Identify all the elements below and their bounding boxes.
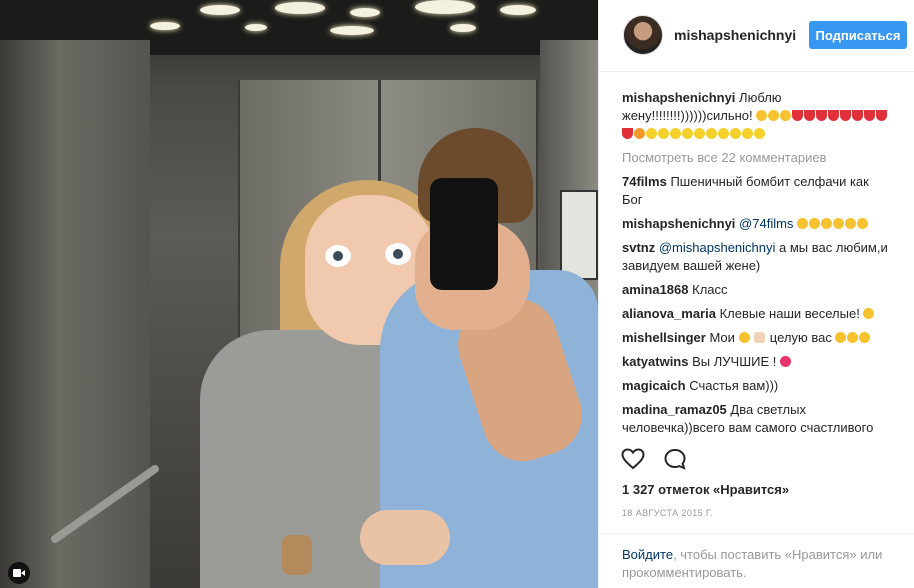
comment: svtnz @mishapshenichnyi а мы вас любим,и…: [622, 239, 892, 275]
follow-button[interactable]: Подписаться: [809, 21, 907, 49]
lips-emoji-icon: [779, 356, 791, 367]
ceiling-light: [330, 26, 374, 35]
elevator-wall-left: [0, 40, 150, 588]
eye: [325, 245, 351, 267]
watermelon-emoji-icon: [816, 110, 828, 121]
watermelon-emoji-icon: [840, 110, 852, 121]
comment: katyatwins Вы ЛУЧШИЕ !: [622, 353, 892, 371]
video-camera-icon[interactable]: [8, 562, 30, 584]
comment-username-link[interactable]: katyatwins: [622, 354, 688, 369]
comment-icon[interactable]: [663, 448, 687, 470]
post-sidebar: mishapshenichnyi Подписаться mishapsheni…: [598, 0, 914, 588]
watermelon-emoji-icon: [876, 110, 888, 121]
ceiling-light: [200, 5, 240, 15]
comment-text: целую вас: [769, 330, 832, 345]
ceiling-light: [245, 24, 267, 31]
comment-username-link[interactable]: mishapshenichnyi: [622, 216, 735, 231]
comment: madina_ramaz05 Два светлых человечка))вс…: [622, 401, 892, 437]
thumbs-up-emoji-icon: [754, 332, 766, 343]
comment-text: Вы ЛУЧШИЕ !: [692, 354, 777, 369]
tongue-emoji-icon: [756, 110, 768, 121]
ceiling-light: [450, 24, 476, 32]
comment: magicaich Счастья вам))): [622, 377, 892, 395]
yellow-heart-emoji-icon: [730, 128, 741, 139]
comment-text: Мои: [709, 330, 735, 345]
comment-username-link[interactable]: 74films: [622, 174, 667, 189]
tongue-emoji-icon: [768, 110, 780, 121]
post-date: 18 АВГУСТА 2015 Г.: [622, 508, 714, 518]
ceiling-light: [350, 8, 380, 17]
elevator-panel: [560, 190, 598, 280]
watermelon-emoji-icon: [852, 110, 864, 121]
comment-mention-link[interactable]: @74films: [739, 216, 793, 231]
comment-text: Счастья вам))): [689, 378, 779, 393]
laughing-emoji-icon: [821, 218, 833, 229]
post-header: mishapshenichnyi Подписаться: [599, 0, 914, 72]
yellow-heart-emoji-icon: [694, 128, 705, 139]
ceiling-light: [275, 2, 325, 14]
smartphone: [430, 178, 498, 290]
avatar[interactable]: [623, 15, 663, 55]
caption: mishapshenichnyi Люблю жену!!!!!!!!)))))…: [622, 89, 892, 143]
caption-username-link[interactable]: mishapshenichnyi: [622, 90, 735, 105]
header-username-link[interactable]: mishapshenichnyi: [674, 27, 796, 43]
kiss-emoji-icon: [847, 332, 859, 343]
post-photo[interactable]: [0, 0, 598, 588]
comments-list[interactable]: mishapshenichnyi Люблю жену!!!!!!!!)))))…: [622, 89, 892, 439]
comment-username-link[interactable]: mishellsinger: [622, 330, 706, 345]
laughing-emoji-icon: [845, 218, 857, 229]
heart-eyes-emoji-icon: [738, 332, 750, 343]
comment: mishellsinger Мои целую вас: [622, 329, 892, 347]
laughing-emoji-icon: [797, 218, 809, 229]
kiss-emoji-icon: [859, 332, 871, 343]
comment-username-link[interactable]: alianova_maria: [622, 306, 716, 321]
yellow-heart-emoji-icon: [742, 128, 753, 139]
laughing-emoji-icon: [833, 218, 845, 229]
wristwatch: [282, 535, 312, 575]
eye: [385, 243, 411, 265]
comment-username-link[interactable]: amina1868: [622, 282, 689, 297]
kiss-emoji-icon: [835, 332, 847, 343]
comment-footer: Войдите, чтобы поставить «Нравится» или …: [599, 533, 914, 580]
watermelon-emoji-icon: [622, 128, 633, 139]
wink-tongue-emoji-icon: [863, 308, 875, 319]
likes-count[interactable]: 1 327 отметок «Нравится»: [622, 482, 789, 497]
watermelon-emoji-icon: [804, 110, 816, 121]
comment: alianova_maria Клевые наши веселые!: [622, 305, 892, 323]
post-actions: [621, 448, 701, 474]
watermelon-emoji-icon: [828, 110, 840, 121]
ceiling-light: [415, 0, 475, 14]
yellow-heart-emoji-icon: [706, 128, 717, 139]
comment-username-link[interactable]: magicaich: [622, 378, 686, 393]
yellow-heart-emoji-icon: [646, 128, 657, 139]
comment: amina1868 Класс: [622, 281, 892, 299]
login-prompt: Войдите, чтобы поставить «Нравится» или …: [622, 546, 902, 582]
comment-username-link[interactable]: madina_ramaz05: [622, 402, 727, 417]
yellow-heart-emoji-icon: [754, 128, 765, 139]
watermelon-emoji-icon: [864, 110, 876, 121]
login-link[interactable]: Войдите: [622, 547, 673, 562]
ceiling-light: [150, 22, 180, 30]
comment-text: Клевые наши веселые!: [719, 306, 860, 321]
yellow-heart-emoji-icon: [670, 128, 681, 139]
watermelon-emoji-icon: [792, 110, 804, 121]
woman-hand: [360, 510, 450, 565]
laughing-emoji-icon: [857, 218, 869, 229]
yellow-heart-emoji-icon: [718, 128, 729, 139]
yellow-heart-emoji-icon: [682, 128, 693, 139]
yellow-heart-emoji-icon: [658, 128, 669, 139]
heart-icon[interactable]: [621, 448, 645, 470]
comment-username-link[interactable]: svtnz: [622, 240, 655, 255]
orange-emoji-icon: [634, 128, 645, 139]
ceiling-light: [500, 5, 536, 15]
comment-mention-link[interactable]: @mishapshenichnyi: [659, 240, 776, 255]
tongue-emoji-icon: [780, 110, 792, 121]
comment-emojis: [797, 216, 869, 231]
comment: 74films Пшеничный бомбит селфачи как Бог: [622, 173, 892, 209]
laughing-emoji-icon: [809, 218, 821, 229]
comment-text: Класс: [692, 282, 728, 297]
view-all-comments-link[interactable]: Посмотреть все 22 комментариев: [622, 149, 892, 167]
comment: mishapshenichnyi @74films: [622, 215, 892, 233]
